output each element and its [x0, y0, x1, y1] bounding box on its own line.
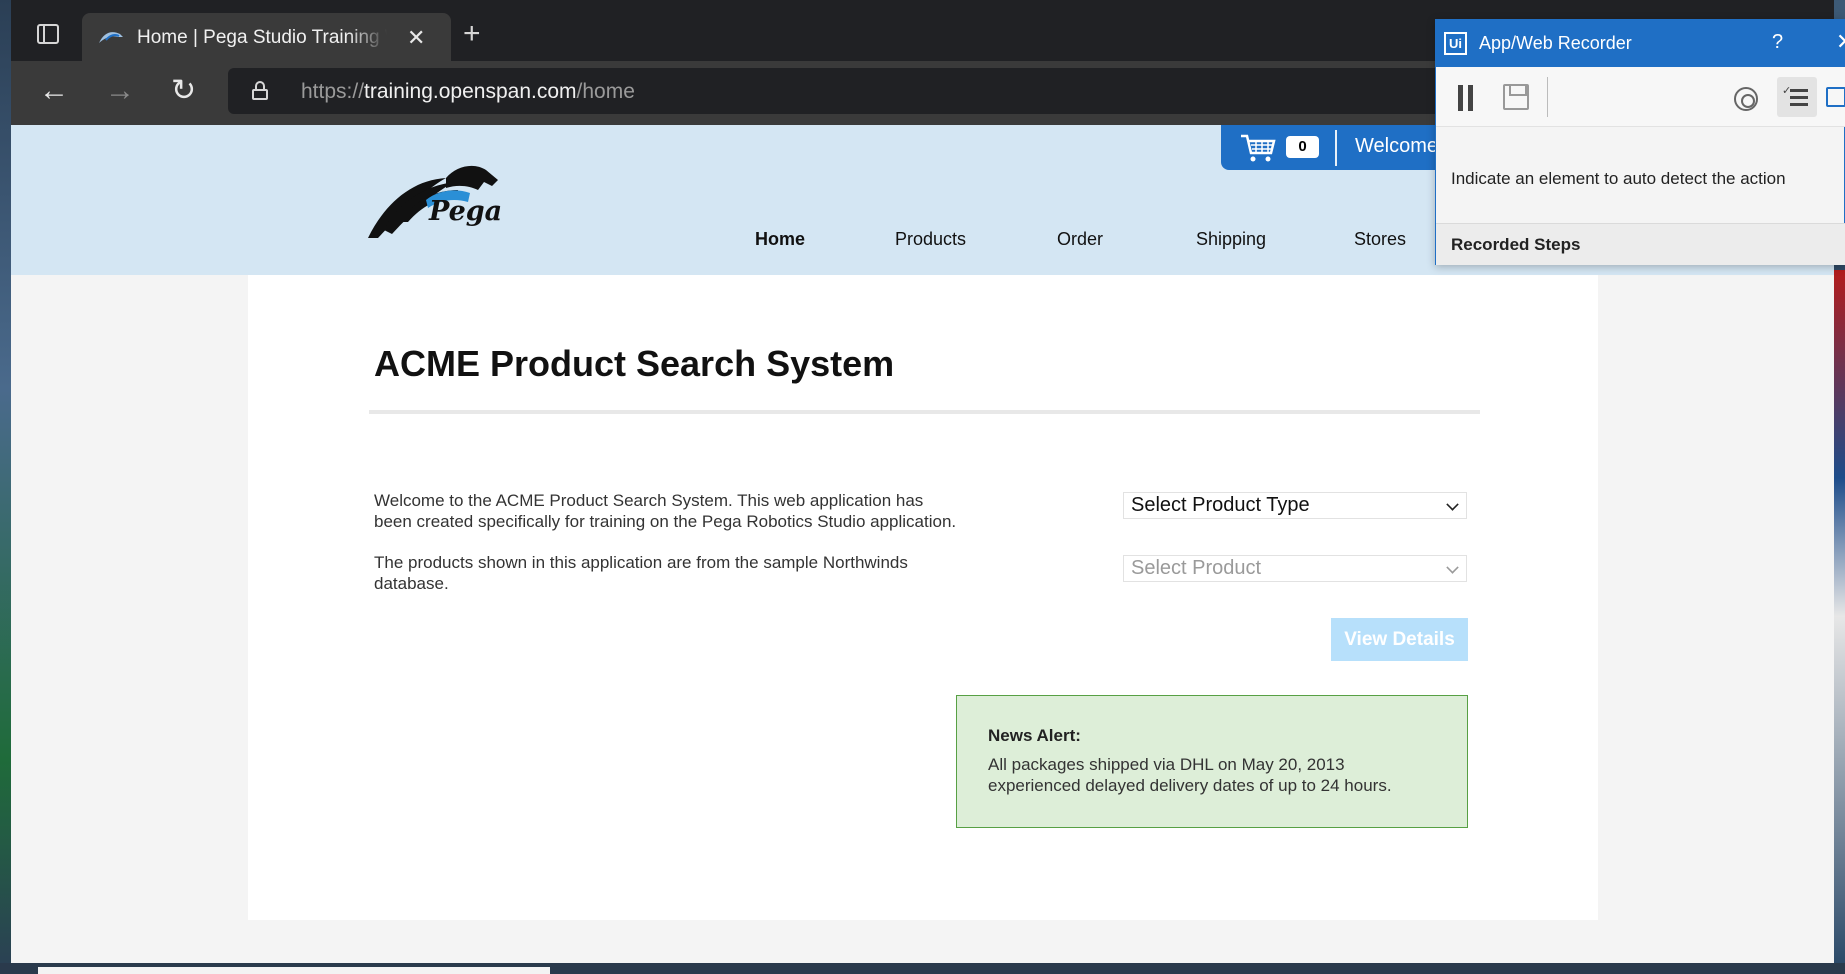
help-icon[interactable]: ? — [1772, 31, 1783, 54]
nav-stores[interactable]: Stores — [1354, 229, 1406, 250]
pega-favicon-icon — [99, 32, 123, 43]
news-alert-box: News Alert: All packages shipped via DHL… — [956, 695, 1468, 828]
recorded-steps-label: Recorded Steps — [1451, 235, 1581, 254]
taskbar-fragment — [38, 967, 550, 974]
cart-count-badge: 0 — [1286, 136, 1319, 158]
forward-arrow-icon[interactable]: → — [105, 74, 135, 108]
pause-icon[interactable] — [1458, 85, 1474, 111]
intro-paragraph-1: Welcome to the ACME Product Search Syste… — [374, 491, 957, 531]
reload-icon[interactable]: ↻ — [171, 74, 196, 108]
recorder-titlebar: Ui App/Web Recorder ? ✕ — [1436, 20, 1845, 67]
news-alert-body: All packages shipped via DHL on May 20, … — [988, 755, 1392, 795]
recorded-steps-icon[interactable] — [1777, 77, 1817, 117]
logo-text: Pega — [429, 196, 503, 227]
save-icon[interactable] — [1503, 84, 1529, 110]
intro-paragraph-2: The products shown in this application a… — [374, 553, 908, 593]
welcome-text: Welcome — [1355, 135, 1438, 157]
options-icon[interactable] — [1826, 87, 1845, 107]
recorder-hint: Indicate an element to auto detect the a… — [1451, 169, 1786, 188]
shopping-cart-icon[interactable] — [1239, 133, 1277, 163]
product-type-select[interactable]: Select Product Type — [1123, 492, 1467, 519]
recorder-toolbar — [1436, 67, 1845, 127]
address-bar[interactable]: https://training.openspan.com/home A) — [228, 68, 1612, 114]
main-content: ACME Product Search System Welcome to th… — [248, 275, 1598, 920]
desktop-left-strip — [0, 0, 11, 974]
close-icon[interactable]: ✕ — [1836, 29, 1845, 55]
tab-actions-icon[interactable] — [37, 24, 59, 44]
product-select[interactable]: Select Product — [1123, 555, 1467, 582]
new-tab-button[interactable]: + — [463, 19, 481, 49]
cart-divider — [1335, 130, 1337, 166]
product-type-select-value: Select Product Type — [1131, 494, 1310, 516]
nav-home[interactable]: Home — [755, 229, 805, 250]
chevron-down-icon — [1446, 498, 1459, 511]
product-select-value: Select Product — [1131, 557, 1262, 579]
nav-products[interactable]: Products — [895, 229, 966, 250]
desktop-bottom-strip — [0, 963, 1845, 974]
app-web-recorder-panel: Ui App/Web Recorder ? ✕ Indicate an elem… — [1435, 19, 1845, 265]
nav-shipping[interactable]: Shipping — [1196, 229, 1266, 250]
uipath-logo-icon: Ui — [1444, 32, 1467, 55]
intro-text: Welcome to the ACME Product Search Syste… — [374, 490, 964, 614]
tab-close-icon[interactable]: ✕ — [407, 25, 425, 51]
nav-order[interactable]: Order — [1057, 229, 1103, 250]
tab-title: Home | Pega Studio Training Web — [137, 27, 387, 49]
desktop-right-strip — [1834, 270, 1845, 963]
url-text[interactable]: https://training.openspan.com/home — [301, 80, 635, 104]
lock-icon[interactable] — [252, 81, 268, 100]
title-divider — [369, 410, 1480, 414]
cart-welcome-box: 0 Welcome — [1221, 125, 1451, 170]
view-details-button[interactable]: View Details — [1331, 618, 1468, 661]
page-title: ACME Product Search System — [374, 343, 895, 384]
recorded-steps-header[interactable]: Recorded Steps — [1436, 223, 1845, 265]
target-icon[interactable] — [1734, 87, 1758, 111]
browser-tab-active[interactable]: Home | Pega Studio Training Web ✕ — [82, 13, 451, 61]
chevron-down-icon — [1446, 561, 1459, 574]
back-arrow-icon[interactable]: ← — [39, 74, 69, 108]
recorder-title: App/Web Recorder — [1479, 33, 1632, 53]
news-alert-title: News Alert: — [988, 726, 1081, 745]
pega-logo[interactable]: Pega — [366, 160, 531, 240]
toolbar-separator — [1547, 77, 1548, 117]
